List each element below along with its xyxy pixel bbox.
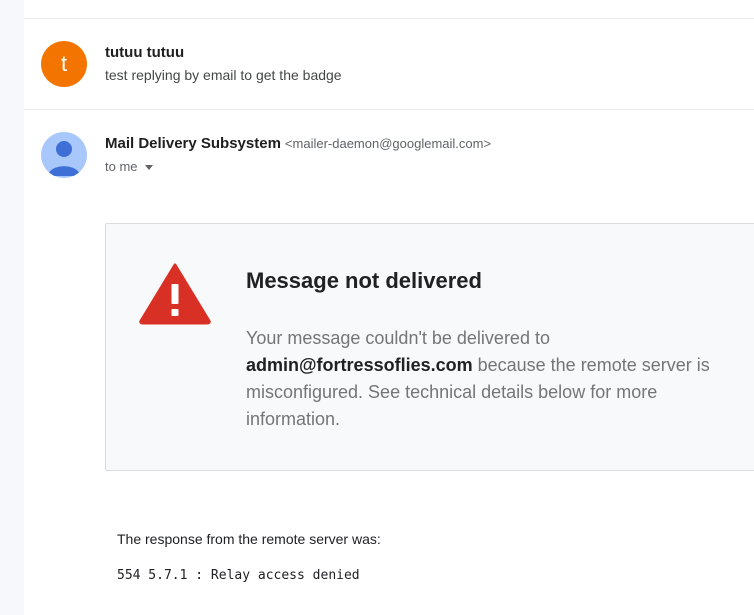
- default-user-icon: [48, 141, 80, 176]
- recipients-toggle[interactable]: to me: [105, 159, 153, 174]
- warning-icon: [139, 263, 211, 325]
- bounce-body-prefix: Your message couldn't be delivered to: [246, 328, 550, 348]
- recipient-email: admin@fortressoflies.com: [246, 355, 473, 375]
- sender-email[interactable]: <mailer-daemon@googlemail.com>: [285, 136, 491, 151]
- sender-name[interactable]: tutuu tutuu: [105, 44, 184, 61]
- sender-avatar[interactable]: t: [41, 41, 87, 87]
- response-label: The response from the remote server was:: [117, 531, 381, 547]
- recipients-label: to me: [105, 159, 138, 174]
- divider: [24, 109, 754, 110]
- sender-name[interactable]: Mail Delivery Subsystem: [105, 135, 281, 152]
- bounce-title: Message not delivered: [246, 268, 482, 293]
- bounce-notice-card: Message not delivered Your message could…: [105, 223, 754, 471]
- divider: [24, 18, 754, 19]
- response-code: 554 5.7.1 : Relay access denied: [117, 568, 360, 583]
- left-rail: [0, 0, 24, 615]
- sender-avatar[interactable]: [41, 132, 87, 178]
- caret-down-icon[interactable]: [144, 164, 153, 170]
- bounce-message: Your message couldn't be delivered to ad…: [246, 325, 716, 433]
- message-snippet[interactable]: test replying by email to get the badge: [105, 67, 342, 83]
- sender-line: Mail Delivery Subsystem <mailer-daemon@go…: [105, 135, 491, 152]
